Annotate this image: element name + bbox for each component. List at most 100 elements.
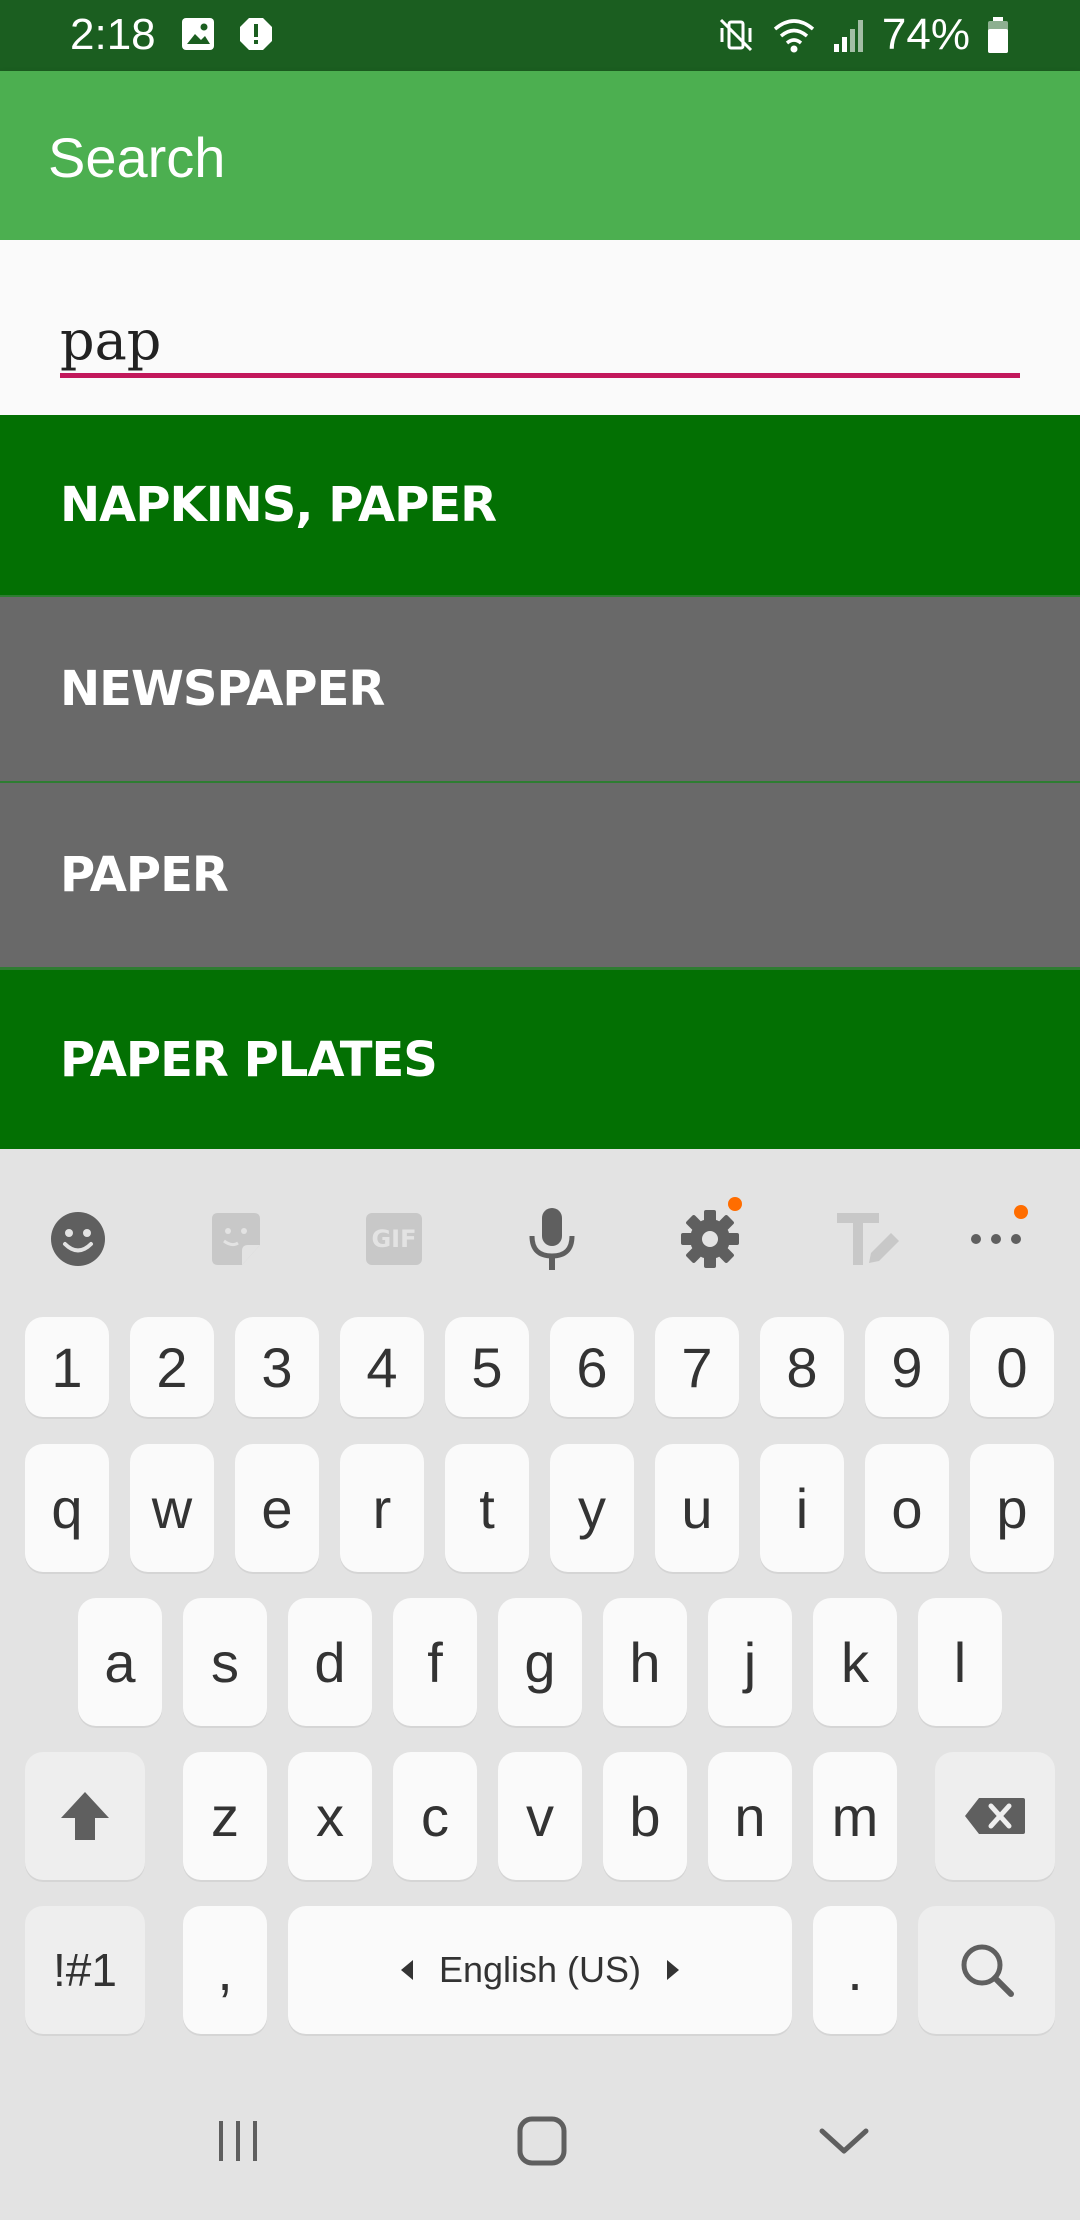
period-key[interactable]: . (813, 1906, 897, 2034)
more-icon[interactable] (956, 1199, 1036, 1279)
key-3[interactable]: 3 (235, 1317, 319, 1417)
home-button[interactable] (502, 2101, 582, 2181)
key-h[interactable]: h (603, 1598, 687, 1726)
key-label: j (743, 1630, 757, 1694)
key-label: a (104, 1630, 136, 1694)
key-6[interactable]: 6 (550, 1317, 634, 1417)
symbols-key[interactable]: !#1 (25, 1906, 145, 2034)
shift-key[interactable] (25, 1752, 145, 1880)
result-label: PAPER PLATES (60, 1031, 438, 1088)
key-s[interactable]: s (183, 1598, 267, 1726)
key-label: o (891, 1476, 923, 1540)
key-x[interactable]: x (288, 1752, 372, 1880)
key-label: , (217, 1938, 233, 2002)
emoji-icon[interactable] (38, 1199, 118, 1279)
gif-label: GIF (371, 1225, 417, 1253)
page-title: Search (48, 126, 226, 189)
keyboard-toolbar: GIF (0, 1149, 1080, 1319)
key-z[interactable]: z (183, 1752, 267, 1880)
result-list: NAPKINS, PAPER NEWSPAPER PAPER PAPER PLA… (0, 415, 1080, 1149)
key-p[interactable]: p (970, 1444, 1054, 1572)
back-button[interactable] (804, 2101, 884, 2181)
key-l[interactable]: l (918, 1598, 1002, 1726)
key-m[interactable]: m (813, 1752, 897, 1880)
space-key[interactable]: English (US) (288, 1906, 792, 2034)
search-input[interactable] (60, 308, 1020, 378)
settings-icon[interactable] (670, 1197, 750, 1279)
result-label: NEWSPAPER (60, 661, 385, 717)
key-5[interactable]: 5 (445, 1317, 529, 1417)
key-label: !#1 (53, 1944, 117, 1996)
result-item-newspaper[interactable]: NEWSPAPER (0, 597, 1080, 781)
chevron-down-icon (819, 2128, 869, 2154)
key-label: h (629, 1630, 661, 1694)
key-4[interactable]: 4 (340, 1317, 424, 1417)
key-label: 4 (366, 1335, 398, 1399)
sticker-icon[interactable] (196, 1199, 276, 1279)
key-label: g (524, 1630, 556, 1694)
battery-percent: 74% (881, 10, 970, 59)
result-item-paper[interactable]: PAPER (0, 783, 1080, 967)
key-n[interactable]: n (708, 1752, 792, 1880)
key-label: r (372, 1476, 392, 1540)
key-label: q (51, 1476, 83, 1540)
key-label: k (841, 1630, 869, 1694)
key-label: 2 (156, 1335, 188, 1399)
key-7[interactable]: 7 (655, 1317, 739, 1417)
key-label: e (261, 1476, 293, 1540)
key-label: 8 (786, 1335, 818, 1399)
key-1[interactable]: 1 (25, 1317, 109, 1417)
key-b[interactable]: b (603, 1752, 687, 1880)
key-y[interactable]: y (550, 1444, 634, 1572)
key-label: 3 (261, 1335, 293, 1399)
key-r[interactable]: r (340, 1444, 424, 1572)
key-label: 9 (891, 1335, 923, 1399)
key-0[interactable]: 0 (970, 1317, 1054, 1417)
key-k[interactable]: k (813, 1598, 897, 1726)
key-c[interactable]: c (393, 1752, 477, 1880)
status-time: 2:18 (70, 10, 156, 59)
key-e[interactable]: e (235, 1444, 319, 1572)
key-label: l (953, 1630, 967, 1694)
keyboard: GIF 1 2 3 4 5 6 7 8 9 0 q w e r t y u i … (0, 1149, 1080, 2061)
space-language-label: English (US) (438, 1949, 642, 1990)
backspace-key[interactable] (935, 1752, 1055, 1880)
key-o[interactable]: o (865, 1444, 949, 1572)
key-g[interactable]: g (498, 1598, 582, 1726)
microphone-icon[interactable] (512, 1199, 592, 1279)
shift-icon (61, 1792, 109, 1840)
key-a[interactable]: a (78, 1598, 162, 1726)
language-prev-icon (400, 1960, 413, 1980)
key-q[interactable]: q (25, 1444, 109, 1572)
key-8[interactable]: 8 (760, 1317, 844, 1417)
recent-apps-icon (219, 2121, 257, 2161)
key-d[interactable]: d (288, 1598, 372, 1726)
key-v[interactable]: v (498, 1752, 582, 1880)
key-2[interactable]: 2 (130, 1317, 214, 1417)
search-key[interactable] (918, 1906, 1055, 2034)
key-t[interactable]: t (445, 1444, 529, 1572)
key-label: d (314, 1630, 346, 1694)
key-label: p (996, 1476, 1028, 1540)
key-label: c (421, 1784, 449, 1848)
key-i[interactable]: i (760, 1444, 844, 1572)
key-u[interactable]: u (655, 1444, 739, 1572)
comma-key[interactable]: , (183, 1906, 267, 2034)
more-notification-dot (1014, 1205, 1028, 1219)
key-label: w (151, 1476, 193, 1540)
text-edit-icon[interactable] (828, 1199, 908, 1279)
key-9[interactable]: 9 (865, 1317, 949, 1417)
key-w[interactable]: w (130, 1444, 214, 1572)
result-item-paper-plates[interactable]: PAPER PLATES (0, 970, 1080, 1149)
key-label: s (211, 1630, 239, 1694)
search-icon (961, 1944, 1014, 1997)
key-label: z (211, 1784, 239, 1848)
key-j[interactable]: j (708, 1598, 792, 1726)
key-label: 5 (471, 1335, 503, 1399)
recent-apps-button[interactable] (198, 2101, 278, 2181)
key-label: . (847, 1938, 863, 2002)
gif-icon[interactable]: GIF (354, 1199, 434, 1279)
key-f[interactable]: f (393, 1598, 477, 1726)
status-bar: 2:18 74% (0, 0, 1080, 71)
result-item-napkins-paper[interactable]: NAPKINS, PAPER (0, 415, 1080, 595)
